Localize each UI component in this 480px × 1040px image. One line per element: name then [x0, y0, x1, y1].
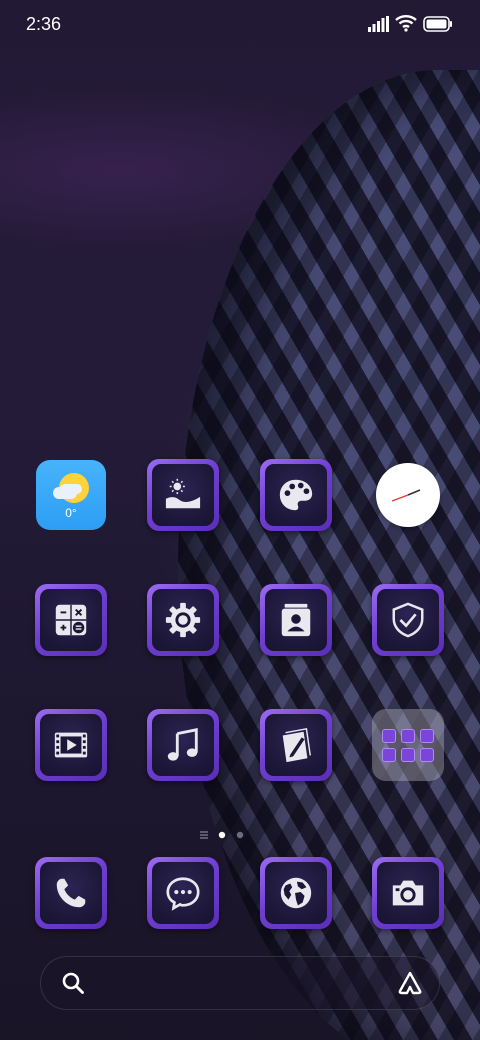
- status-time: 2:36: [26, 14, 62, 34]
- signal-icon: [368, 16, 389, 32]
- phone-icon: [56, 878, 86, 908]
- folder-mini-icon: [382, 747, 396, 762]
- camera-icon: [392, 880, 424, 906]
- security-app[interactable]: [372, 584, 444, 656]
- weather-app[interactable]: 0°: [35, 459, 107, 531]
- mountain-sun-icon: [165, 478, 201, 509]
- video-app[interactable]: [35, 709, 107, 781]
- assistant-icon[interactable]: [397, 970, 423, 996]
- wifi-icon: [395, 15, 417, 32]
- status-bar: 2:36: [0, 0, 480, 50]
- folder-mini-icon: [401, 747, 415, 762]
- chat-bubble-icon: [166, 877, 200, 911]
- palette-icon: [279, 479, 313, 511]
- calculator-icon: [55, 604, 87, 636]
- app-folder[interactable]: [372, 709, 444, 781]
- phone-app[interactable]: [35, 857, 107, 929]
- folder-mini-icon: [420, 728, 434, 743]
- calculator-app[interactable]: [35, 584, 107, 656]
- clock-icon: [376, 463, 440, 527]
- settings-app[interactable]: [147, 584, 219, 656]
- messages-app[interactable]: [147, 857, 219, 929]
- folder-mini-icon: [420, 747, 434, 762]
- globe-icon: [280, 877, 312, 909]
- page-indicator[interactable]: [198, 828, 248, 842]
- shield-check-icon: [392, 602, 424, 638]
- notes-app[interactable]: [260, 709, 332, 781]
- contacts-app[interactable]: [260, 584, 332, 656]
- search-icon[interactable]: [61, 971, 85, 995]
- film-play-icon: [54, 732, 88, 758]
- themes-app[interactable]: [260, 459, 332, 531]
- folder-mini-icon: [382, 728, 396, 743]
- cloud-icon: [53, 487, 77, 499]
- music-app[interactable]: [147, 709, 219, 781]
- browser-app[interactable]: [260, 857, 332, 929]
- search-bar[interactable]: [40, 956, 440, 1010]
- folder-mini-icon: [401, 728, 415, 743]
- battery-icon: [423, 16, 452, 32]
- camera-app[interactable]: [372, 857, 444, 929]
- music-note-icon: [167, 728, 198, 761]
- gear-icon: [165, 602, 201, 638]
- folder-icon: [372, 709, 444, 781]
- weather-temperature: 0°: [65, 506, 77, 520]
- clock-app[interactable]: [372, 459, 444, 531]
- gallery-app[interactable]: [147, 459, 219, 531]
- contact-card-icon: [281, 603, 311, 637]
- note-pencil-icon: [282, 728, 311, 763]
- weather-widget: 0°: [36, 460, 106, 530]
- home-screen: 2:36 0°: [0, 0, 480, 1040]
